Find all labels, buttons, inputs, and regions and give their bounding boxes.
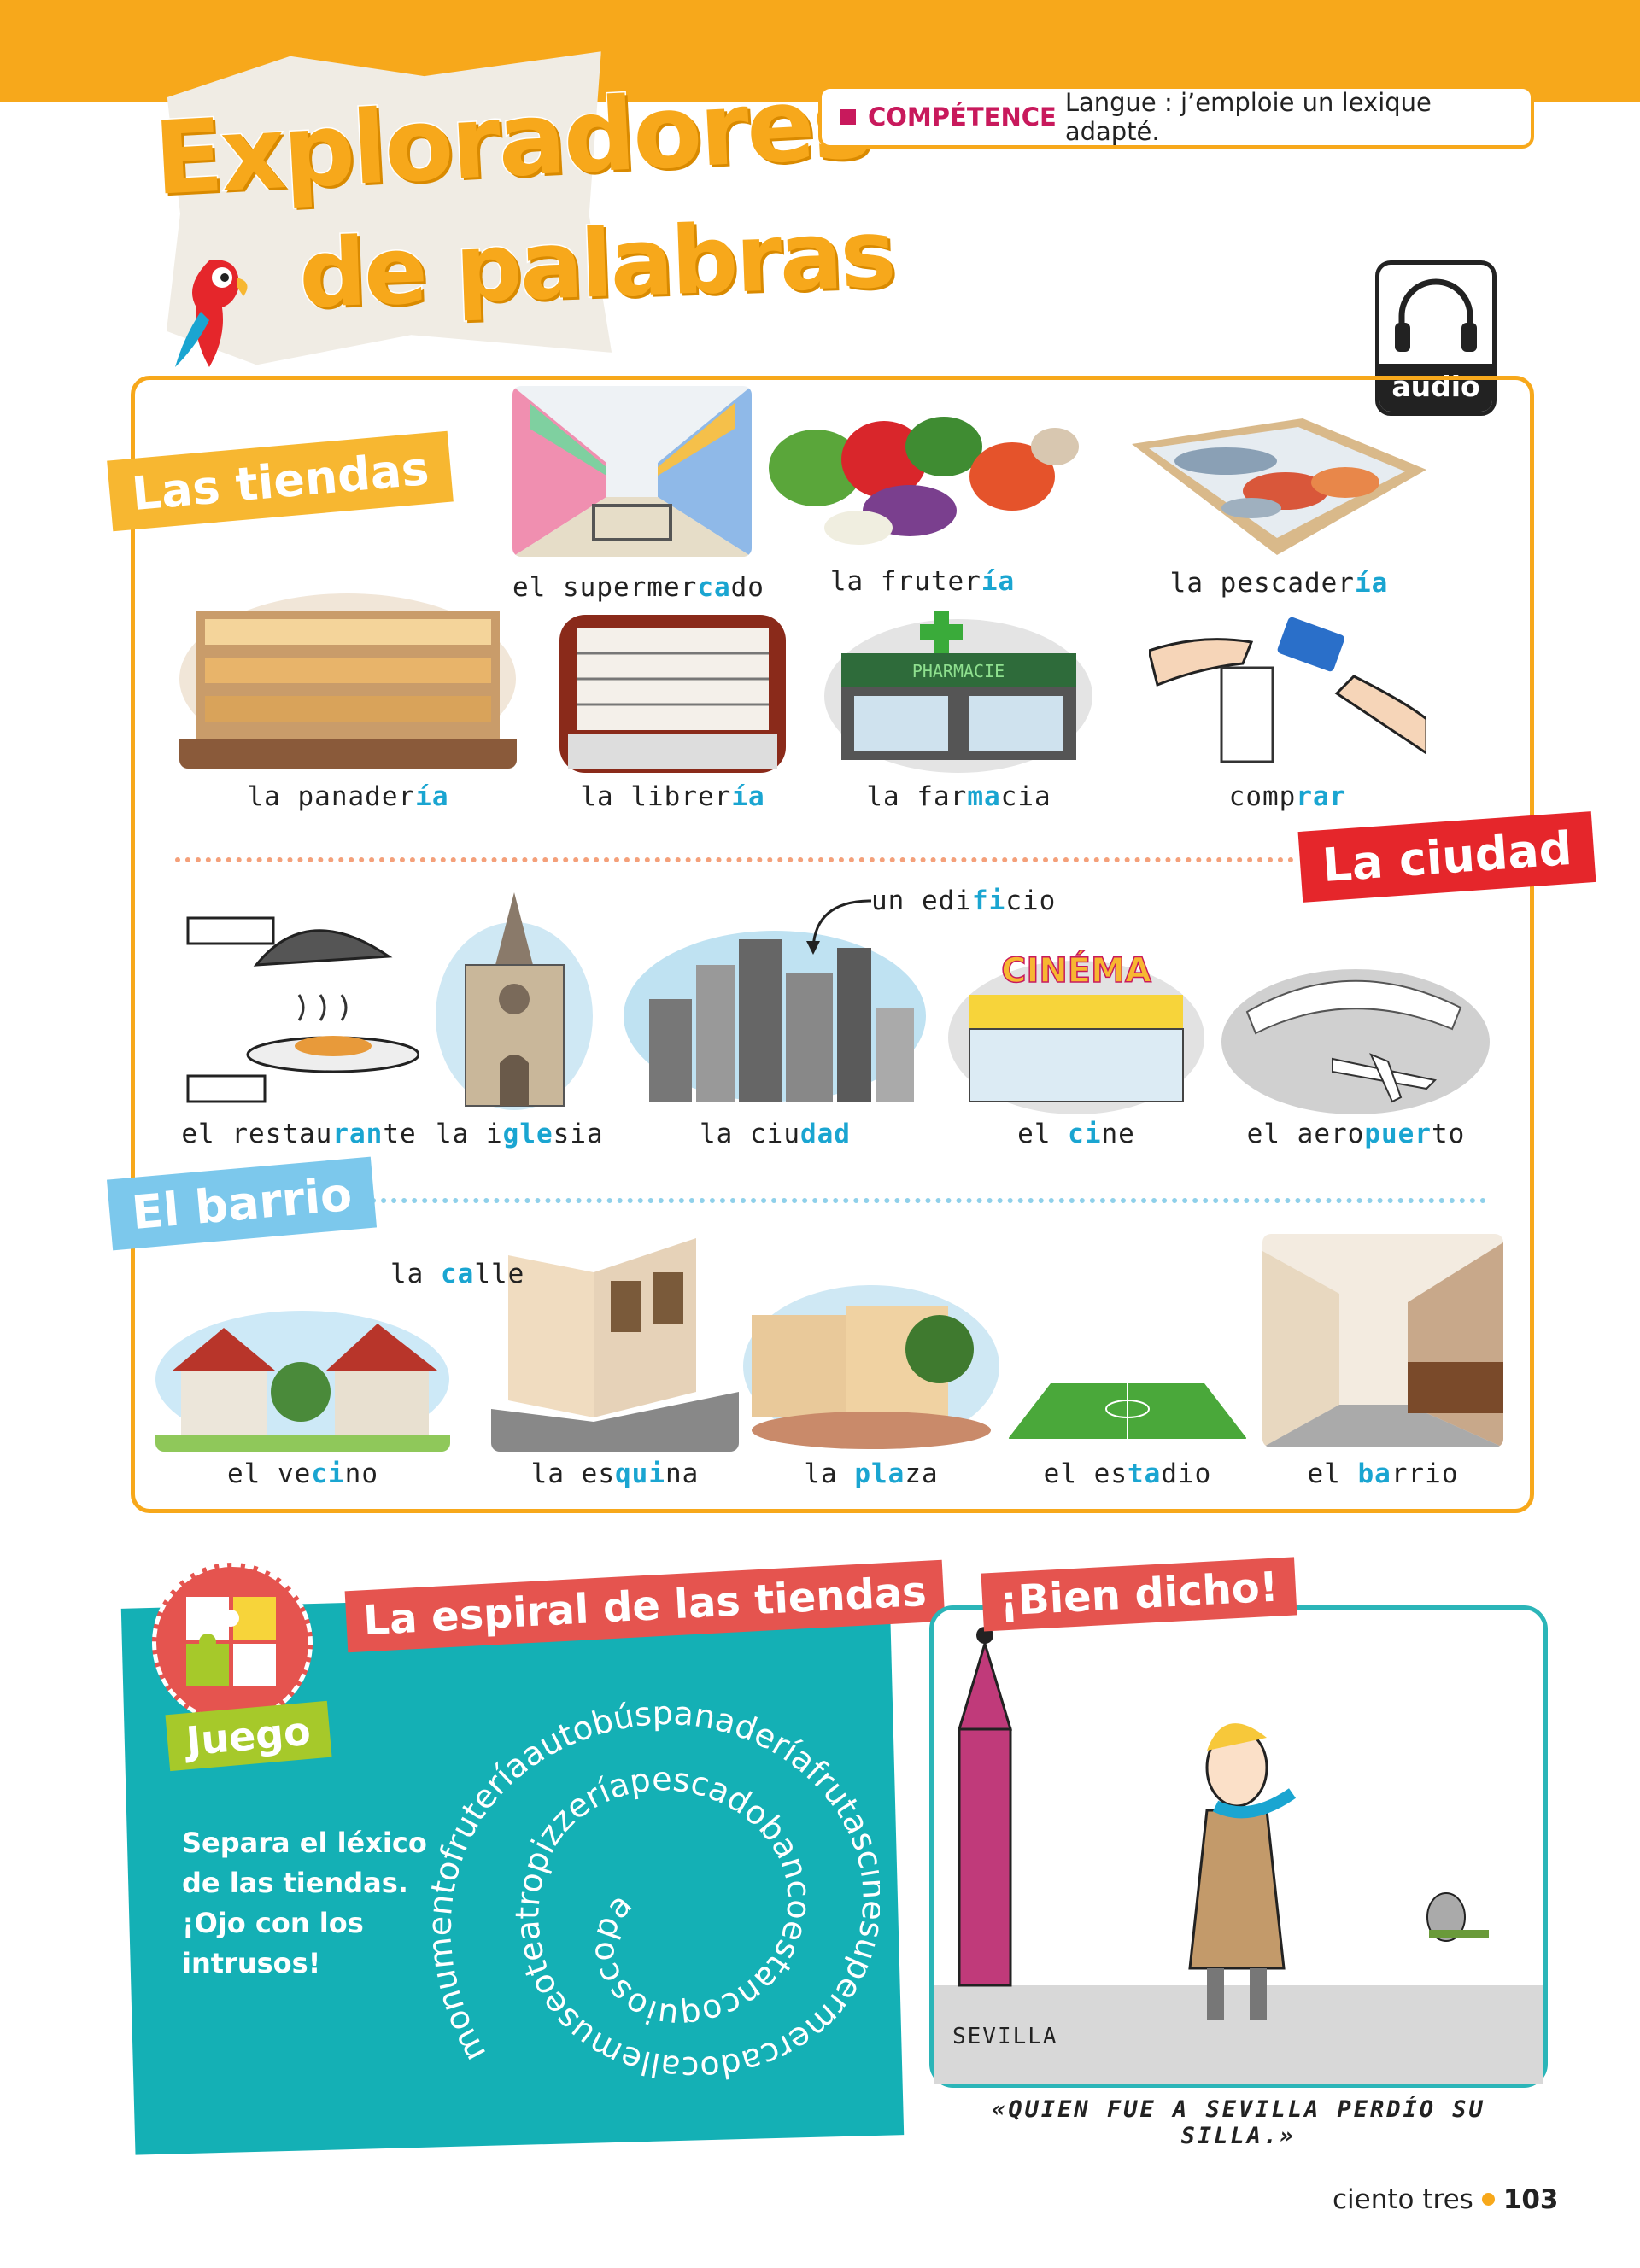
vocab-caption: la iglesia [436, 1119, 604, 1149]
town-square-illustration [743, 1285, 999, 1449]
vocab-caption: la panadería [247, 781, 449, 812]
stadium-illustration [1008, 1383, 1247, 1439]
city-skyline-illustration [624, 931, 926, 1102]
saying-quote: «QUIEN FUE A SEVILLA PERDÍO SU SILLA.» [992, 2096, 1485, 2149]
competence-text: Langue : j’emploie un lexique adapté. [1064, 88, 1432, 146]
vocab-caption: la frutería [829, 566, 1016, 597]
magenta-square-icon [840, 109, 856, 125]
vocab-item-comprar: comprar [1149, 617, 1426, 815]
vocab-item-vecino: el vecino [155, 1311, 450, 1493]
vocab-item-aeropuerto: el aeropuerto [1221, 961, 1491, 1155]
vocab-item-panaderia: la panadería [179, 593, 517, 815]
vocab-item-cine: CINÉMA el cine [948, 944, 1204, 1155]
restaurant-dish-illustration [186, 916, 419, 1103]
city-label: SEVILLA [952, 2024, 1058, 2049]
vocab-item-iglesia: la iglesia [436, 888, 604, 1155]
game-instructions: Separa el léxico de las tiendas. ¡Ojo co… [182, 1827, 427, 1979]
dotted-divider [350, 1198, 1486, 1203]
vocab-caption: el aeropuerto [1246, 1119, 1466, 1149]
church-illustration [436, 892, 593, 1110]
parrot-icon [175, 260, 248, 367]
vocab-caption: comprar [1228, 781, 1347, 812]
pharmacy-illustration: PHARMACIE [824, 611, 1092, 773]
supermarket-aisle-illustration [512, 386, 752, 557]
seville-walk-illustration [934, 1627, 1543, 2084]
vocab-caption: la pescadería [1169, 568, 1389, 599]
vocab-item-esquina: la esquina [491, 1238, 739, 1493]
vocab-item-fruteria: la frutería [764, 408, 1081, 600]
bookshop-illustration [559, 615, 786, 773]
houses-illustration [155, 1311, 450, 1452]
vocab-item-restaurante: el restaurante [179, 884, 419, 1155]
spiral-text: monumentofruteríaautobúspanaderíafrutasc… [427, 1686, 880, 2087]
fish-stall-illustration [1132, 418, 1426, 555]
cinema-illustration: CINÉMA [948, 949, 1204, 1114]
vocab-caption: la farmacia [866, 781, 1051, 812]
vocab-item-ciudad: la ciudad [624, 914, 927, 1155]
vocab-item-pescaderia: la pescadería [1132, 410, 1426, 600]
neighbourhood-street-illustration [1262, 1234, 1503, 1447]
pointer-arrow-icon [806, 899, 872, 955]
card-payment-illustration [1149, 617, 1426, 763]
pharmacy-sign: PHARMACIE [912, 661, 1004, 681]
vocab-caption: el supermercado [512, 572, 764, 603]
page-footer: ciento tres 103 [1332, 2184, 1559, 2215]
vocab-item-plaza: la plaza [743, 1264, 999, 1493]
page-number: 103 [1502, 2184, 1559, 2215]
vocab-item-supermercado: el supermercado [512, 386, 764, 606]
bakery-illustration [179, 593, 517, 769]
bullet-dot-icon [1481, 2193, 1495, 2206]
headphones-icon [1395, 278, 1477, 352]
vocab-caption: la esquina [530, 1458, 700, 1489]
pointer-label-calle: la calle [390, 1259, 525, 1289]
pointer-label-edificio: un edificio [871, 886, 1057, 916]
vocab-caption: el cine [1017, 1119, 1135, 1149]
vocab-item-barrio: el barrio [1262, 1234, 1503, 1493]
page-words: ciento tres [1332, 2184, 1473, 2215]
vocab-caption: el estadio [1043, 1458, 1212, 1489]
vocab-caption: la librería [580, 781, 765, 812]
puzzle-badge [152, 1563, 313, 1723]
saying-panel: SEVILLA [929, 1605, 1548, 2088]
vegetables-illustration [769, 417, 1079, 545]
vocab-item-estadio: el estadio [1008, 1366, 1247, 1493]
vocab-item-libreria: la librería [559, 615, 786, 815]
competence-key: COMPÉTENCE [868, 102, 1057, 132]
competence-box: COMPÉTENCE Langue : j’emploie un lexique… [818, 85, 1534, 149]
dotted-divider [175, 857, 1294, 862]
vocab-caption: la plaza [804, 1458, 939, 1489]
word-spiral: monumentofruteríaautobúspanaderíafrutasc… [427, 1686, 880, 2087]
vocab-item-farmacia: PHARMACIE la farmacia [824, 602, 1093, 815]
vocab-caption: la ciudad [700, 1119, 851, 1149]
street-corner-illustration [491, 1238, 739, 1452]
vocab-caption: el restaurante [181, 1119, 417, 1149]
vocab-caption: el barrio [1307, 1458, 1459, 1489]
page-title-line2: de palabras [296, 197, 896, 330]
puzzle-icon [186, 1597, 276, 1686]
airport-illustration [1221, 969, 1490, 1114]
cinema-sign: CINÉMA [1001, 950, 1151, 991]
vocab-caption: el vecino [227, 1458, 378, 1489]
